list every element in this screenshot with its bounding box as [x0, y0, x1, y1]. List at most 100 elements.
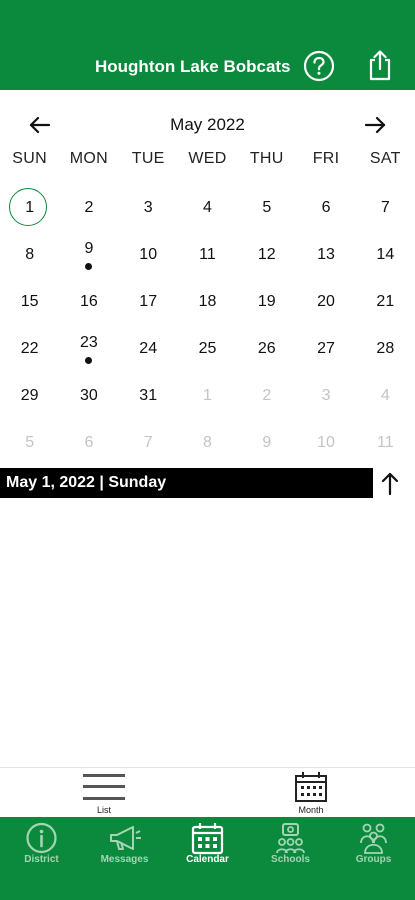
calendar-day[interactable]: 7 — [356, 186, 415, 233]
calendar-day-number: 11 — [199, 246, 216, 263]
calendar-day-number: 30 — [80, 387, 98, 404]
calendar-day[interactable]: 12 — [237, 233, 296, 280]
calendar-day-number: 28 — [376, 340, 395, 357]
selected-date-bar: May 1, 2022 | Sunday — [0, 468, 373, 498]
calendar-week-row: 1 2 3 4 5 6 7 — [0, 186, 415, 233]
calendar-day[interactable]: 8 — [0, 233, 59, 280]
calendar-day[interactable]: 6 — [296, 186, 355, 233]
tab-schools[interactable]: Schools — [249, 817, 332, 900]
calendar-day[interactable]: 4 — [178, 186, 237, 233]
tab-label: District — [24, 854, 59, 865]
tab-calendar[interactable]: Calendar — [166, 817, 249, 900]
scroll-up-button[interactable] — [378, 470, 402, 498]
tab-district[interactable]: District — [0, 817, 83, 900]
month-navigation: May 2022 — [0, 108, 415, 140]
calendar-day-number: 5 — [262, 199, 272, 216]
calendar-day[interactable]: 2 — [237, 374, 296, 421]
calendar-day[interactable]: 8 — [178, 421, 237, 468]
arrow-right-icon — [364, 116, 386, 134]
groups-icon — [360, 823, 387, 854]
tab-groups[interactable]: Groups — [332, 817, 415, 900]
calendar-day[interactable]: 25 — [178, 327, 237, 374]
calendar-day-number: 26 — [257, 340, 276, 357]
calendar-day-number: 20 — [317, 293, 335, 310]
calendar-day[interactable]: 26 — [237, 327, 296, 374]
calendar-day-number: 18 — [198, 293, 217, 310]
question-circle-icon — [303, 50, 335, 82]
calendar-day-number: 13 — [317, 246, 335, 263]
tab-messages[interactable]: Messages — [83, 817, 166, 900]
calendar-day[interactable]: 9 — [59, 233, 118, 280]
calendar-day[interactable]: 7 — [119, 421, 178, 468]
calendar-day-number: 2 — [262, 387, 272, 404]
event-dot-indicator — [85, 357, 93, 364]
calendar-day[interactable]: 3 — [119, 186, 178, 233]
calendar-day[interactable]: 6 — [59, 421, 118, 468]
next-month-button[interactable] — [362, 112, 388, 138]
calendar-week-row: 8 9 10 11 12 13 14 — [0, 233, 415, 280]
list-view-button[interactable]: List — [44, 768, 164, 818]
calendar-day[interactable]: 2 — [59, 186, 118, 233]
calendar-day[interactable]: 19 — [237, 280, 296, 327]
calendar-day[interactable]: 30 — [59, 374, 118, 421]
calendar-day[interactable]: 9 — [237, 421, 296, 468]
calendar-day-number: 19 — [257, 293, 276, 310]
calendar-day-number: 24 — [139, 340, 158, 357]
calendar-day-number: 3 — [321, 387, 331, 404]
calendar-day-number: 6 — [84, 434, 94, 451]
calendar-day[interactable]: 24 — [119, 327, 178, 374]
arrow-up-icon — [381, 472, 399, 496]
calendar-day[interactable]: 5 — [0, 421, 59, 468]
calendar-day-number: 29 — [20, 387, 39, 404]
calendar-day-number: 5 — [25, 434, 35, 451]
weekday-label: FRI — [312, 150, 340, 167]
month-view-button[interactable]: Month — [251, 768, 371, 818]
list-icon — [83, 774, 125, 800]
tab-label: Messages — [100, 854, 149, 865]
calendar-day[interactable]: 15 — [0, 280, 59, 327]
help-button[interactable] — [303, 50, 335, 82]
calendar-day-number: 17 — [139, 293, 158, 310]
calendar-day[interactable]: 3 — [296, 374, 355, 421]
calendar-month-icon — [295, 772, 327, 802]
calendar-day[interactable]: 18 — [178, 280, 237, 327]
calendar-day-number: 23 — [80, 334, 98, 351]
weekday-label: TUE — [131, 150, 165, 167]
megaphone-icon — [110, 826, 141, 850]
calendar-day-number: 11 — [377, 434, 394, 451]
calendar-day[interactable]: 22 — [0, 327, 59, 374]
previous-month-button[interactable] — [27, 112, 53, 138]
calendar-day[interactable]: 1 — [178, 374, 237, 421]
calendar-day[interactable]: 23 — [59, 327, 118, 374]
calendar-day[interactable]: 10 — [296, 421, 355, 468]
calendar-day[interactable]: 13 — [296, 233, 355, 280]
calendar-day[interactable]: 28 — [356, 327, 415, 374]
calendar-day[interactable]: 27 — [296, 327, 355, 374]
calendar-day[interactable]: 4 — [356, 374, 415, 421]
calendar-day[interactable]: 17 — [119, 280, 178, 327]
calendar-day-number: 8 — [203, 434, 212, 451]
calendar-day[interactable]: 29 — [0, 374, 59, 421]
calendar-day[interactable]: 14 — [356, 233, 415, 280]
calendar-day-selected[interactable]: 1 — [0, 186, 59, 233]
arrow-left-icon — [29, 116, 51, 134]
calendar-day-number: 16 — [80, 293, 98, 310]
calendar-day[interactable]: 20 — [296, 280, 355, 327]
calendar-day-number: 4 — [380, 387, 390, 404]
calendar-week-row: 15 16 17 18 19 20 21 — [0, 280, 415, 327]
calendar-day[interactable]: 10 — [119, 233, 178, 280]
calendar-day-number: 9 — [262, 434, 272, 451]
calendar-day[interactable]: 31 — [119, 374, 178, 421]
calendar-day-number: 4 — [203, 199, 212, 216]
header-title: Houghton Lake Bobcats — [95, 57, 291, 76]
calendar-week-row: 29 30 31 1 2 3 4 — [0, 374, 415, 421]
calendar-day[interactable]: 11 — [356, 421, 415, 468]
event-dot-indicator — [85, 263, 93, 270]
weekday-label: THU — [249, 150, 284, 167]
calendar-day-number: 15 — [20, 293, 39, 310]
calendar-day[interactable]: 21 — [356, 280, 415, 327]
calendar-day[interactable]: 11 — [178, 233, 237, 280]
share-button[interactable] — [366, 48, 394, 82]
calendar-day[interactable]: 5 — [237, 186, 296, 233]
calendar-day[interactable]: 16 — [59, 280, 118, 327]
